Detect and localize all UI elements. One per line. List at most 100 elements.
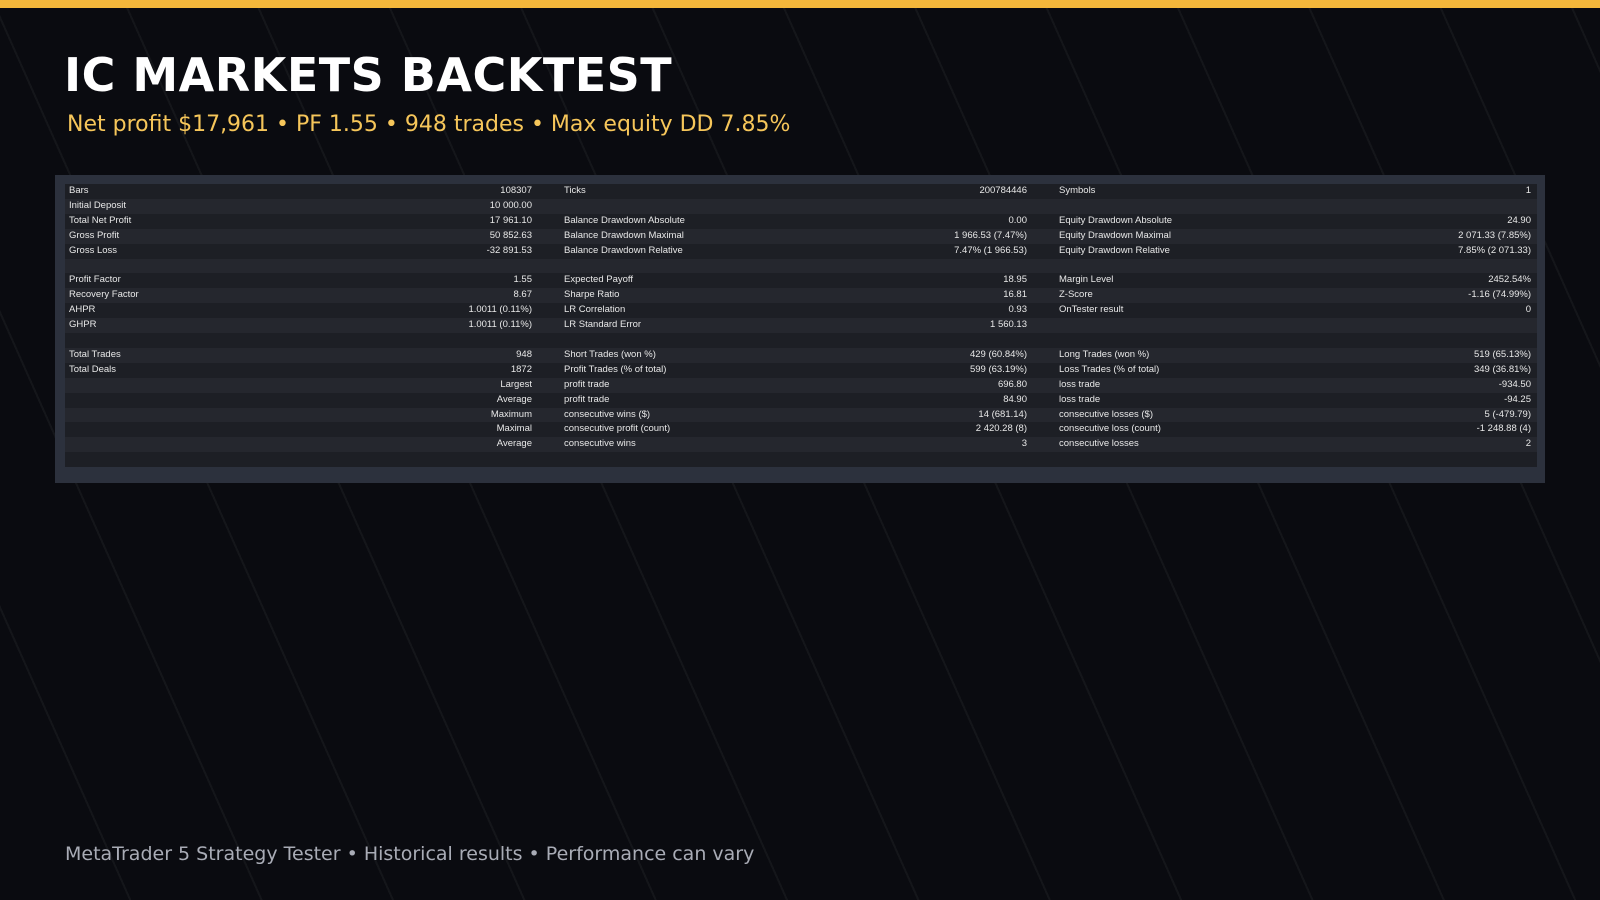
report-label-cell: consecutive wins (560, 437, 810, 453)
report-label-cell (1055, 452, 1305, 468)
report-body: Bars 108307 Ticks 200784446 Symbols 1 Initial … (65, 184, 1537, 468)
report-label-cell (65, 392, 315, 408)
report-label-cell: consecutive wins ($) (560, 407, 810, 423)
report-value-cell: 10 000.00 (315, 198, 560, 214)
report-value-cell: 24.90 (1305, 213, 1537, 229)
report-value-cell: 0 (1305, 303, 1537, 319)
report-row: Initial Deposit 10 000.00 (65, 198, 1537, 214)
report-row: Recovery Factor 8.67 Sharpe Ratio 16.81 Z-Sc… (65, 288, 1537, 304)
report-label-cell: Z-Score (1055, 288, 1305, 304)
report-value-cell: 2 (1305, 437, 1537, 453)
report-value-cell: 200784446 (810, 184, 1055, 199)
report-label-cell: consecutive losses ($) (1055, 407, 1305, 423)
report-value-cell: 16.81 (810, 288, 1055, 304)
report-row: Profit Factor 1.55 Expected Payoff 18.95 Mar… (65, 273, 1537, 289)
report-label-cell: LR Correlation (560, 303, 810, 319)
report-label-cell (65, 437, 315, 453)
report-value-cell (1305, 318, 1537, 334)
report-label-cell: OnTester result (1055, 303, 1305, 319)
report-label-cell (65, 333, 315, 348)
report-value-cell: 1.0011 (0.11%) (315, 303, 560, 319)
report-label-cell (560, 452, 810, 468)
report-value-cell: Maximal (315, 422, 560, 438)
report-label-cell: Ticks (560, 184, 810, 199)
report-value-cell: 8.67 (315, 288, 560, 304)
report-value-cell: 948 (315, 347, 560, 363)
report-label-cell: Loss Trades (% of total) (1055, 362, 1305, 378)
report-label-cell (65, 452, 315, 468)
report-row: Average profit trade 84.90 loss trade -94.25 (65, 392, 1537, 408)
report-value-cell: Largest (315, 377, 560, 393)
report-label-cell: Gross Loss (65, 243, 315, 259)
report-value-cell (810, 333, 1055, 348)
report-value-cell (1305, 258, 1537, 274)
report-label-cell: profit trade (560, 392, 810, 408)
report-value-cell (810, 198, 1055, 214)
report-value-cell: Average (315, 392, 560, 408)
report-value-cell: 7.47% (1 966.53) (810, 243, 1055, 259)
report-row: Gross Loss -32 891.53 Balance Drawdown Rel… (65, 243, 1537, 259)
report-value-cell: 696.80 (810, 377, 1055, 393)
report-label-cell (1055, 318, 1305, 334)
report-value-cell: 2 420.28 (8) (810, 422, 1055, 438)
report-value-cell: 1.0011 (0.11%) (315, 318, 560, 334)
report-label-cell: GHPR (65, 318, 315, 334)
report-row (65, 452, 1537, 468)
report-label-cell: Profit Trades (% of total) (560, 362, 810, 378)
footer-disclaimer: MetaTrader 5 Strategy Tester • Historica… (65, 843, 755, 865)
report-label-cell: Equity Drawdown Relative (1055, 243, 1305, 259)
report-value-cell (1305, 452, 1537, 468)
report-row: Maximum consecutive wins ($) 14 (681.14) co… (65, 407, 1537, 423)
report-label-cell: Bars (65, 184, 315, 199)
report-label-cell (1055, 198, 1305, 214)
report-label-cell (65, 377, 315, 393)
report-value-cell: 519 (65.13%) (1305, 347, 1537, 363)
report-label-cell: Symbols (1055, 184, 1305, 199)
report-row: Maximal consecutive profit (count) 2 420.2… (65, 422, 1537, 438)
report-label-cell: Total Net Profit (65, 213, 315, 229)
report-value-cell (1305, 333, 1537, 348)
report-row: Total Deals 1872 Profit Trades (% of total… (65, 362, 1537, 378)
report-value-cell: 14 (681.14) (810, 407, 1055, 423)
report-value-cell: 7.85% (2 071.33) (1305, 243, 1537, 259)
report-label-cell: Short Trades (won %) (560, 347, 810, 363)
report-label-cell: Total Trades (65, 347, 315, 363)
report-row: AHPR 1.0011 (0.11%) LR Correlation 0.93 OnTe… (65, 303, 1537, 319)
report-label-cell: AHPR (65, 303, 315, 319)
report-label-cell (1055, 258, 1305, 274)
report-value-cell: 1872 (315, 362, 560, 378)
report-label-cell: consecutive profit (count) (560, 422, 810, 438)
report-row: Largest profit trade 696.80 loss trade -934.… (65, 377, 1537, 393)
report-label-cell (1055, 333, 1305, 348)
report-value-cell: 0.93 (810, 303, 1055, 319)
report-label-cell: Recovery Factor (65, 288, 315, 304)
report-label-cell: Balance Drawdown Maximal (560, 228, 810, 244)
report-label-cell: Equity Drawdown Maximal (1055, 228, 1305, 244)
report-value-cell (1305, 198, 1537, 214)
report-value-cell: -32 891.53 (315, 243, 560, 259)
report-label-cell (560, 198, 810, 214)
report-label-cell: Sharpe Ratio (560, 288, 810, 304)
report-label-cell: LR Standard Error (560, 318, 810, 334)
report-value-cell: 17 961.10 (315, 213, 560, 229)
report-value-cell: 84.90 (810, 392, 1055, 408)
report-row: Total Trades 948 Short Trades (won %) 429 (… (65, 347, 1537, 363)
report-value-cell: 0.00 (810, 213, 1055, 229)
report-value-cell (315, 258, 560, 274)
report-label-cell: consecutive losses (1055, 437, 1305, 453)
report-row: Bars 108307 Ticks 200784446 Symbols 1 (65, 184, 1537, 199)
report-label-cell: loss trade (1055, 392, 1305, 408)
report-value-cell: -1.16 (74.99%) (1305, 288, 1537, 304)
report-value-cell: -934.50 (1305, 377, 1537, 393)
report-row: Total Net Profit 17 961.10 Balance Drawdow… (65, 213, 1537, 229)
report-value-cell: 50 852.63 (315, 228, 560, 244)
report-label-cell: Expected Payoff (560, 273, 810, 289)
report-value-cell: 1 966.53 (7.47%) (810, 228, 1055, 244)
report-label-cell: Long Trades (won %) (1055, 347, 1305, 363)
backtest-report-panel: Bars 108307 Ticks 200784446 Symbols 1 Initial … (55, 175, 1545, 483)
report-row (65, 333, 1537, 348)
report-value-cell (810, 258, 1055, 274)
report-label-cell (65, 407, 315, 423)
accent-top-bar (0, 0, 1600, 8)
report-row: Gross Profit 50 852.63 Balance Drawdown Ma… (65, 228, 1537, 244)
